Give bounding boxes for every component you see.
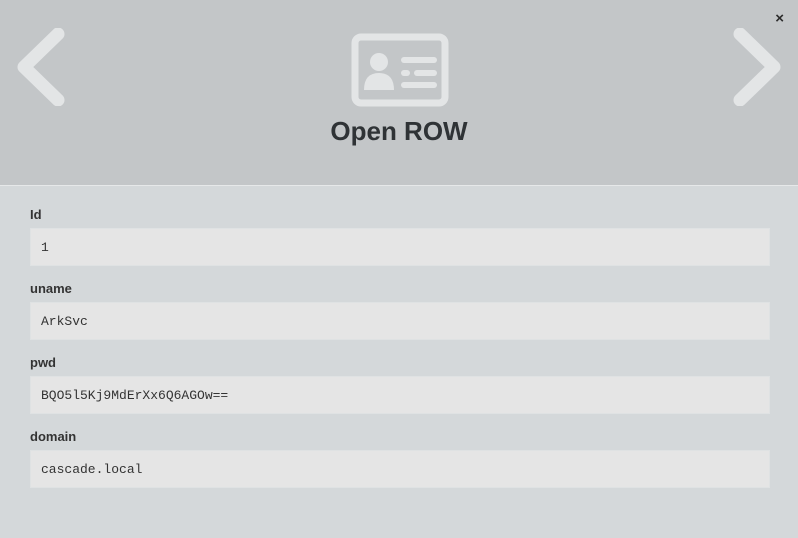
domain-field[interactable] [30,450,770,488]
chevron-left-icon [17,27,65,107]
chevron-right-icon [733,27,781,107]
field-id: Id [30,207,770,266]
modal-header: × Open ROW [0,0,798,186]
field-label: uname [30,281,72,296]
id-field[interactable] [30,228,770,266]
field-domain: domain [30,429,770,488]
next-button[interactable] [730,27,784,111]
pwd-field[interactable] [30,376,770,414]
field-uname: uname [30,281,770,340]
close-icon[interactable]: × [775,10,784,28]
field-pwd: pwd [30,355,770,414]
record-form: Id uname pwd domain [30,207,770,503]
record-modal: × Open ROW Id uname [0,0,798,538]
modal-title: Open ROW [330,116,468,146]
id-card-icon [351,33,449,107]
field-label: domain [30,429,77,444]
field-label: pwd [30,355,56,370]
previous-button[interactable] [14,27,68,111]
uname-field[interactable] [30,302,770,340]
field-label: Id [30,207,42,222]
